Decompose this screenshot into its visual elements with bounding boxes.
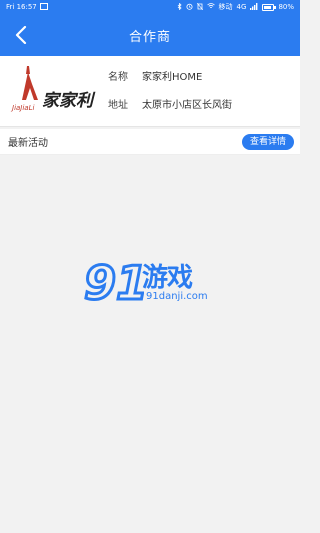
alarm-icon — [186, 3, 193, 12]
address-label: 地址 — [108, 100, 128, 111]
status-right: 移动 4G 80% — [177, 2, 294, 12]
partner-card: JiaJiaLi 家家利 名称 家家利HOME 地址 太原市小店区长风街 — [0, 56, 300, 127]
name-label: 名称 — [108, 72, 128, 83]
svg-text:JiaJiaLi: JiaJiaLi — [10, 104, 34, 112]
wifi-icon — [206, 3, 215, 11]
watermark: 91 游戏 91danji.com — [84, 251, 224, 312]
nav-bar: 合作商 — [0, 14, 300, 56]
name-row: 名称 家家利HOME — [108, 68, 202, 83]
watermark-logo: 91 — [84, 255, 144, 312]
network-label: 4G — [236, 3, 247, 11]
carrier-label: 移动 — [218, 3, 233, 11]
battery-percent: 80% — [278, 3, 294, 11]
partner-logo: JiaJiaLi 家家利 — [8, 64, 98, 118]
page-title: 合作商 — [128, 29, 171, 45]
status-time: Fri 16:57 — [6, 3, 37, 11]
svg-text:91: 91 — [84, 256, 144, 310]
back-button[interactable] — [8, 22, 34, 48]
battery-fill — [264, 5, 271, 9]
activity-title: 最新活动 — [8, 138, 48, 149]
bluetooth-icon — [177, 2, 182, 12]
notification-icon — [39, 2, 48, 12]
address-value: 太原市小店区长风街 — [142, 100, 232, 111]
name-value: 家家利HOME — [142, 72, 203, 83]
view-details-button[interactable]: 查看详情 — [241, 133, 294, 150]
status-bar: Fri 16:57 移动 4G 80% — [0, 0, 300, 14]
chevron-left-icon — [15, 26, 27, 44]
svg-text:家家利: 家家利 — [42, 91, 96, 111]
activity-content: 91 游戏 91danji.com — [0, 155, 300, 533]
signal-icon — [250, 2, 258, 12]
status-left: Fri 16:57 — [6, 2, 48, 12]
mute-icon — [196, 2, 203, 12]
watermark-brand: 游戏 — [142, 263, 193, 293]
watermark-domain: 91danji.com — [146, 291, 208, 302]
activity-header: 最新活动 查看详情 — [0, 129, 300, 155]
address-row: 地址 太原市小店区长风街 — [108, 96, 232, 111]
battery-icon — [262, 3, 277, 11]
